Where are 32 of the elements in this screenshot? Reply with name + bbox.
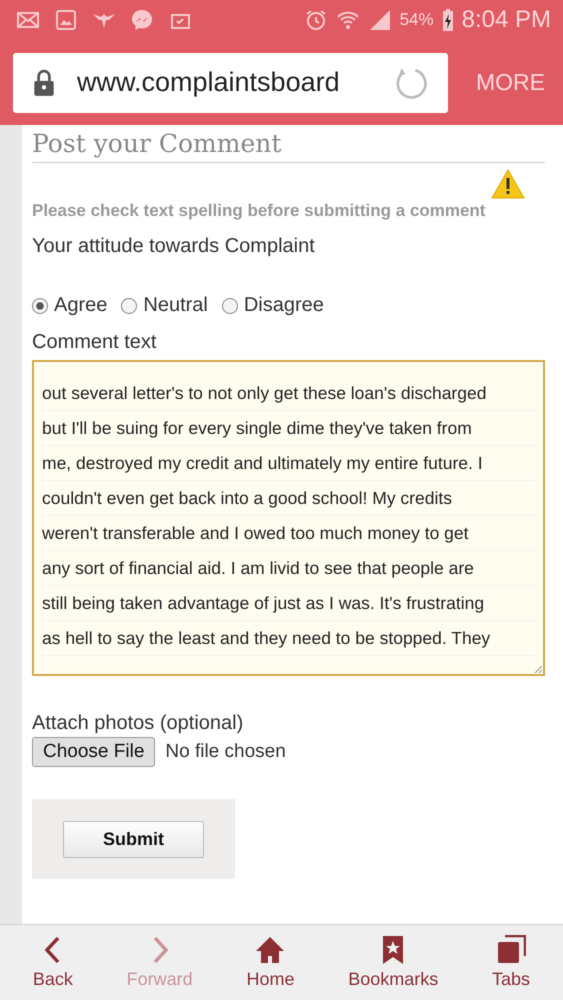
radio-button[interactable] [222,298,238,314]
battery-percent: 54% [400,10,434,30]
section-title: Post your Comment [32,125,545,163]
home-icon [255,935,286,965]
nav-button[interactable]: Tabs [492,935,530,990]
radio-button[interactable] [121,298,138,314]
comment-label: Comment text [32,331,158,354]
messenger-icon [130,8,154,32]
image-icon [54,8,78,32]
submit-button[interactable]: Submit [63,820,204,858]
nav-button[interactable]: Home [246,935,294,990]
warning-icon [491,169,525,199]
radio-option[interactable]: Neutral [121,294,208,317]
alarm-icon [304,8,328,32]
warning-text: Please check text spelling before submitting a comment [32,201,486,221]
radio-button[interactable] [32,298,48,314]
nav-button[interactable]: Back [32,935,73,990]
radio-option[interactable]: Agree [32,294,108,317]
file-status: No file chosen [165,741,286,763]
url-field[interactable]: www.complaintsboard [13,52,448,112]
comment-text-area[interactable]: out several letter's to not only get these loan's discharged but I'll be suing for every single dime they've taken from me, destroyed my credit and ultimately my entire future. I couldn't even get back into a good school! My credits weren't transferable and I owed too much money to get any sort of financial aid. I am livid to see that people are still being taken advantage of just as I was. It's frustrating as hell to say the least and they need to be stopped. They [32,360,545,676]
attach-label: Attach photos (optional) [32,712,244,735]
battery-icon [442,8,454,32]
radio-option[interactable]: Disagree [222,294,324,317]
resize-handle-icon[interactable] [534,665,542,673]
reload-icon[interactable] [394,66,428,100]
nav-button[interactable]: Bookmarks [348,935,438,990]
choose-file-button[interactable]: Choose File [32,737,156,767]
clock: 8:04 PM [462,6,551,34]
tabs-icon [496,935,526,965]
attitude-label: Your attitude towards Complaint [32,235,316,258]
lock-icon [33,68,55,96]
